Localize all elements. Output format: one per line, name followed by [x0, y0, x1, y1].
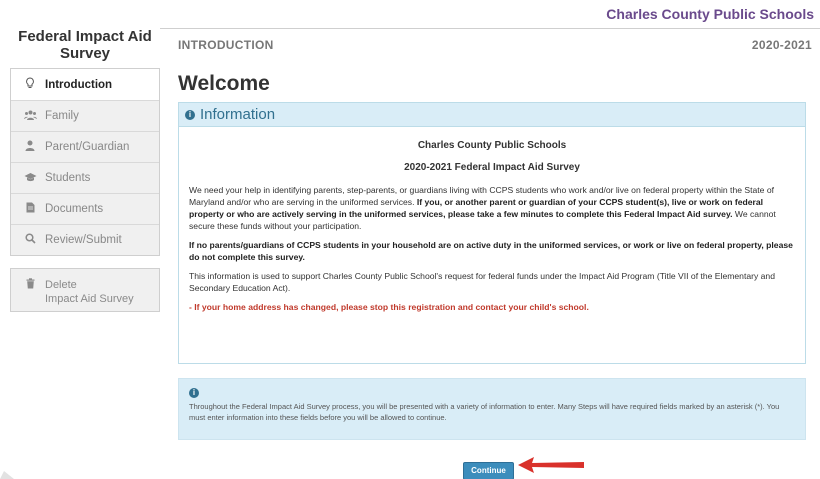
continue-button[interactable]: Continue — [463, 462, 514, 479]
required-fields-text: Throughout the Federal Impact Aid Survey… — [189, 402, 780, 422]
required-fields-note: i Throughout the Federal Impact Aid Surv… — [178, 378, 806, 440]
corner-decoration — [0, 471, 14, 479]
nav-label: Documents — [45, 203, 104, 215]
nav-item-documents[interactable]: Documents — [11, 193, 159, 224]
nav-item-family[interactable]: Family — [11, 100, 159, 131]
search-icon — [23, 233, 37, 247]
information-body: Charles County Public Schools 2020-2021 … — [179, 127, 805, 313]
nav-label: Introduction — [45, 78, 113, 91]
info-icon: i — [185, 109, 195, 120]
district-name: Charles County Public Schools — [606, 6, 814, 22]
nav-item-review-submit[interactable]: Review/Submit — [11, 224, 159, 255]
nav-label: Students — [45, 172, 91, 184]
step-nav: Introduction Family Parent/Guardian Stud… — [10, 68, 160, 256]
delete-survey-button[interactable]: Delete Impact Aid Survey — [10, 268, 160, 312]
users-icon — [23, 110, 37, 123]
header-divider — [160, 28, 820, 29]
information-panel: i Information Charles County Public Scho… — [178, 102, 806, 364]
panel-title-survey: 2020-2021 Federal Impact Aid Survey — [404, 162, 580, 173]
info-icon: i — [189, 388, 199, 398]
intro-paragraph: We need your help in identifying parents… — [189, 184, 795, 232]
sidebar: Federal Impact Aid Survey Introduction F… — [10, 24, 160, 312]
nav-label: Parent/Guardian — [45, 141, 130, 153]
graduation-cap-icon — [23, 172, 37, 185]
document-icon — [23, 202, 37, 216]
sidebar-title: Federal Impact Aid Survey — [18, 28, 152, 62]
school-year: 2020-2021 — [751, 38, 812, 52]
funding-paragraph: This information is used to support Char… — [189, 271, 775, 293]
nav-label: Family — [45, 110, 79, 122]
delete-label-line2: Impact Aid Survey — [45, 293, 134, 305]
delete-label-line1: Delete — [45, 279, 77, 291]
panel-title-district: Charles County Public Schools — [417, 140, 567, 151]
nav-item-introduction[interactable]: Introduction — [11, 69, 159, 100]
page-header: INTRODUCTION 2020-2021 — [178, 38, 812, 52]
section-title: INTRODUCTION — [178, 38, 274, 52]
red-arrow-annotation — [518, 457, 584, 473]
page-title: Welcome — [178, 72, 270, 95]
no-survey-paragraph: If no parents/guardians of CCPS students… — [189, 239, 795, 263]
information-panel-header: i Information — [179, 103, 805, 127]
trash-icon — [23, 278, 37, 293]
address-warning: - If your home address has changed, plea… — [189, 302, 589, 312]
user-icon — [23, 140, 37, 154]
nav-item-parent-guardian[interactable]: Parent/Guardian — [11, 131, 159, 162]
nav-item-students[interactable]: Students — [11, 162, 159, 193]
nav-label: Review/Submit — [45, 234, 122, 246]
lightbulb-icon — [23, 77, 37, 92]
no-survey-text: If no parents/guardians of CCPS students… — [189, 240, 793, 262]
information-heading: Information — [200, 106, 276, 123]
